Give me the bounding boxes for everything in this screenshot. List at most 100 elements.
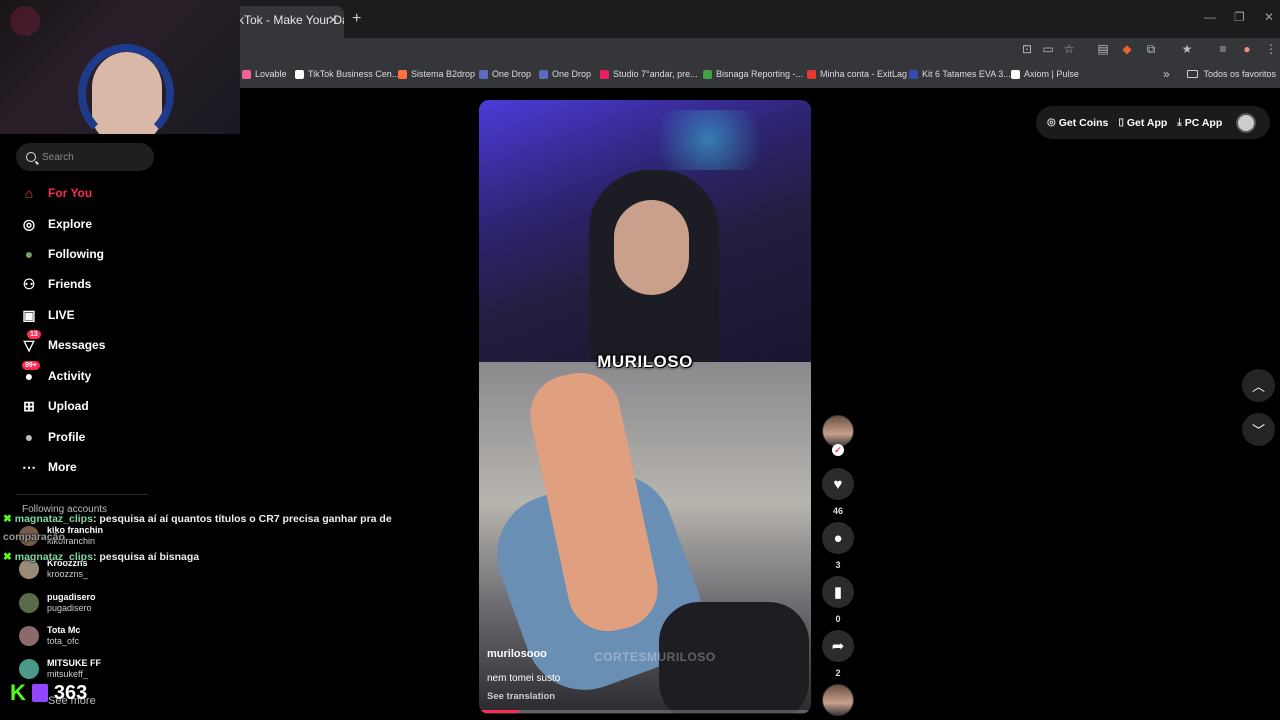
- user-avatar[interactable]: [1236, 112, 1257, 133]
- media-controls-icon[interactable]: ≡: [1216, 42, 1230, 56]
- next-video-button[interactable]: ﹀: [1242, 413, 1275, 446]
- nav-live[interactable]: ▣ LIVE: [20, 304, 75, 326]
- viewer-count: 363: [53, 681, 88, 704]
- video-top-frame: [479, 100, 811, 362]
- all-bookmarks-folder[interactable]: Todos os favoritos: [1187, 69, 1276, 79]
- extension-fox-icon[interactable]: ◆: [1120, 42, 1134, 56]
- browser-tab[interactable]: kTok - Make Your Day ✕: [232, 6, 344, 38]
- upload-icon: ⊞: [23, 397, 35, 414]
- bookmark-item[interactable]: One Drop: [539, 69, 591, 79]
- following-account[interactable]: pugadisero pugadisero: [19, 589, 96, 617]
- previous-video-button[interactable]: ︿: [1242, 369, 1275, 402]
- restore-icon[interactable]: ❐: [1234, 10, 1245, 24]
- bookmark-favicon-icon: [909, 69, 918, 79]
- video-description: nem tomei susto: [487, 673, 561, 684]
- messages-badge: 13: [27, 330, 41, 339]
- nav-more[interactable]: ⋯ More: [20, 456, 77, 478]
- avatar: [19, 626, 39, 646]
- streamer-webcam: [0, 0, 240, 134]
- nav-label: Profile: [48, 430, 86, 444]
- nav-explore[interactable]: ◎ Explore: [20, 213, 92, 235]
- get-coins-button[interactable]: ◎ Get Coins: [1047, 117, 1108, 129]
- bookmark-item[interactable]: TikTok Business Cen...: [295, 69, 399, 79]
- bookmark-item[interactable]: Kit 6 Tatames EVA 3...: [909, 69, 1011, 79]
- profile-avatar-icon[interactable]: ●: [1240, 42, 1254, 56]
- nav-activity[interactable]: ● 99+ Activity: [20, 361, 91, 387]
- bookmark-favicon-icon: [1011, 69, 1020, 79]
- video-author[interactable]: murilosooo: [487, 648, 547, 660]
- bookmark-favicon-icon: [807, 69, 816, 79]
- bookmark-star-icon[interactable]: ☆: [1062, 42, 1076, 56]
- bookmark-item[interactable]: One Drop: [479, 69, 531, 79]
- bookmark-icon: ▮: [833, 584, 843, 601]
- stream-stats: K 363: [10, 680, 87, 706]
- save-button[interactable]: ▮: [822, 576, 854, 608]
- sound-avatar[interactable]: [822, 684, 854, 716]
- home-icon: ⌂: [24, 185, 34, 201]
- activity-badge: 99+: [22, 361, 40, 370]
- video-player[interactable]: MURILOSO CORTESMURILOSO murilosooo nem t…: [479, 100, 811, 714]
- following-account[interactable]: Tota Mc tota_ofc: [19, 622, 80, 650]
- chevron-up-icon: ︿: [1251, 379, 1265, 394]
- nav-upload[interactable]: ⊞ Upload: [20, 395, 89, 417]
- pc-app-button[interactable]: ⤓ PC App: [1177, 117, 1222, 129]
- bookmark-item[interactable]: Lovable: [242, 69, 287, 79]
- folder-icon: [1187, 70, 1199, 78]
- following-check-icon[interactable]: ✓: [832, 444, 844, 456]
- bookmark-item[interactable]: Axiom | Pulse: [1011, 69, 1079, 79]
- get-app-button[interactable]: ▯ Get App: [1118, 117, 1167, 129]
- bookmark-item[interactable]: Sistema B2drop: [398, 69, 475, 79]
- comment-count: 3: [835, 560, 841, 570]
- nav-friends[interactable]: ⚇ Friends: [20, 273, 92, 295]
- comment-icon: ●: [833, 529, 843, 547]
- bookmark-favicon-icon: [479, 69, 488, 79]
- bookmark-item[interactable]: Bisnaga Reporting -...: [703, 69, 803, 79]
- extensions-puzzle-icon[interactable]: ⧉: [1144, 42, 1158, 57]
- tab-close-icon[interactable]: ✕: [328, 6, 338, 34]
- nav-for-you[interactable]: ⌂ For You: [20, 182, 92, 204]
- video-progress-bar[interactable]: [479, 710, 811, 713]
- chevron-down-icon: ﹀: [1251, 423, 1265, 438]
- kick-badge-icon: ✖: [3, 513, 12, 525]
- video-watermark: CORTESMURILOSO: [594, 650, 716, 664]
- translate-icon[interactable]: ⊡: [1020, 42, 1034, 56]
- cast-icon[interactable]: ▭: [1041, 42, 1055, 56]
- new-tab-icon[interactable]: +: [352, 10, 361, 28]
- live-tv-icon: ▣: [22, 306, 36, 323]
- search-placeholder: Search: [42, 151, 74, 163]
- following-account[interactable]: MITSUKE FF mitsukeff_: [19, 655, 101, 683]
- close-window-icon[interactable]: ✕: [1264, 10, 1274, 24]
- bookmark-favicon-icon: [600, 69, 609, 79]
- sidebar-divider: [16, 494, 148, 495]
- search-icon: [26, 152, 36, 162]
- kick-logo-icon: K: [10, 680, 26, 705]
- bookmarks-overflow-icon[interactable]: »: [1163, 67, 1170, 81]
- nav-label: Upload: [48, 399, 89, 413]
- like-button[interactable]: ♥: [822, 468, 854, 500]
- share-button[interactable]: ➦: [822, 630, 854, 662]
- search-input[interactable]: Search: [16, 143, 154, 171]
- nav-following[interactable]: ● Following: [20, 243, 104, 265]
- extension-disabled-icon[interactable]: ▤: [1096, 42, 1110, 56]
- bookmark-item[interactable]: Studio 7°andar, pre...: [600, 69, 698, 79]
- nav-label: LIVE: [48, 308, 75, 322]
- bookmarks-star-icon[interactable]: ★: [1180, 42, 1194, 56]
- chat-message: ✖ magnataz_clips: pesquisa aí aí quantos…: [3, 513, 392, 525]
- share-count: 2: [835, 668, 841, 678]
- bookmark-item[interactable]: Minha conta - ExitLag: [807, 69, 907, 79]
- kebab-menu-icon[interactable]: ⋮: [1264, 42, 1278, 56]
- see-translation-link[interactable]: See translation: [487, 691, 555, 702]
- nav-label: Following: [48, 247, 104, 261]
- compass-icon: ◎: [22, 215, 36, 232]
- nav-profile[interactable]: ● Profile: [20, 426, 86, 448]
- download-icon: ⤓: [1177, 117, 1182, 128]
- bookmark-favicon-icon: [242, 69, 251, 79]
- minimize-icon[interactable]: —: [1204, 10, 1216, 24]
- video-progress-fill: [479, 710, 519, 713]
- top-action-bar: ◎ Get Coins ▯ Get App ⤓ PC App: [1036, 106, 1270, 139]
- nav-label: Explore: [48, 217, 93, 231]
- nav-label: Messages: [48, 338, 106, 352]
- creator-avatar[interactable]: [822, 415, 854, 447]
- comment-button[interactable]: ●: [822, 522, 854, 554]
- nav-messages[interactable]: ▽ 13 Messages: [20, 330, 106, 356]
